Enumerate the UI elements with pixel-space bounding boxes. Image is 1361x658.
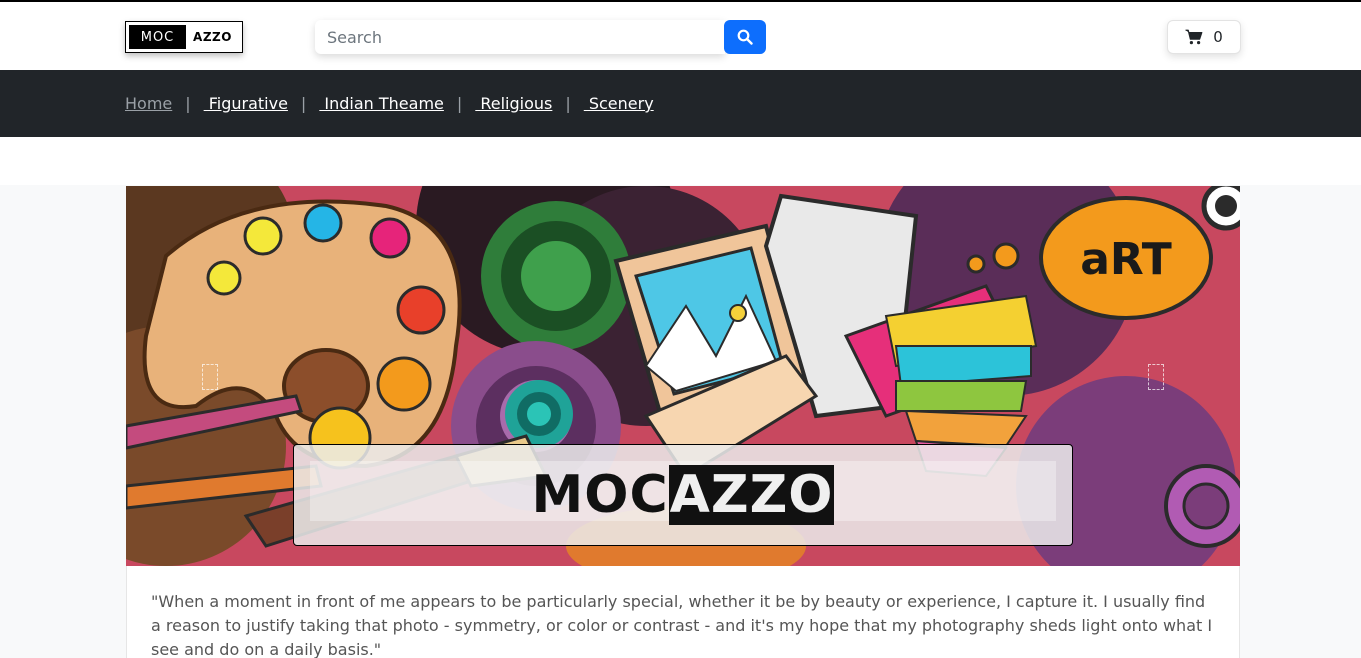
- nav-home-link[interactable]: Home: [125, 94, 172, 113]
- nav-indian-theame-link[interactable]: Indian Theame: [319, 94, 444, 113]
- nav-separator: |: [185, 94, 191, 113]
- nav-separator: |: [456, 94, 463, 113]
- logo-left-text: MOC: [129, 25, 186, 49]
- carousel-next-button[interactable]: [1148, 364, 1164, 390]
- nav-scenery-link[interactable]: Scenery: [584, 94, 654, 113]
- hero-caption-box: MOC AZZO: [293, 444, 1073, 546]
- hero-title-part2: AZZO: [668, 465, 835, 525]
- hero-title-part1: MOC: [531, 465, 669, 525]
- hero-carousel: aRT MOC AZZO: [126, 186, 1240, 566]
- carousel-prev-button[interactable]: [202, 364, 218, 390]
- quote-card: "When a moment in front of me appears to…: [126, 566, 1240, 658]
- spacer-band: [0, 137, 1361, 185]
- quote-text: "When a moment in front of me appears to…: [151, 592, 1213, 658]
- category-nav: Home | Figurative | Indian Theame | Reli…: [0, 70, 1361, 137]
- nav-separator: |: [565, 94, 571, 113]
- nav-figurative-link[interactable]: Figurative: [204, 94, 288, 113]
- logo-right-text: AZZO: [193, 30, 232, 44]
- nav-separator: |: [300, 94, 307, 113]
- hero-title: MOC AZZO: [532, 465, 835, 525]
- site-logo[interactable]: MOC AZZO: [125, 21, 243, 53]
- search-icon: [737, 29, 753, 45]
- cart-button[interactable]: 0: [1167, 20, 1241, 54]
- search-button[interactable]: [724, 20, 766, 54]
- top-header: MOC AZZO 0: [0, 0, 1361, 70]
- cart-icon: [1185, 29, 1203, 45]
- art-bubble-text: aRT: [1080, 234, 1172, 285]
- cart-count: 0: [1213, 28, 1223, 46]
- nav-religious-link[interactable]: Religious: [475, 94, 552, 113]
- search-input[interactable]: [315, 20, 725, 54]
